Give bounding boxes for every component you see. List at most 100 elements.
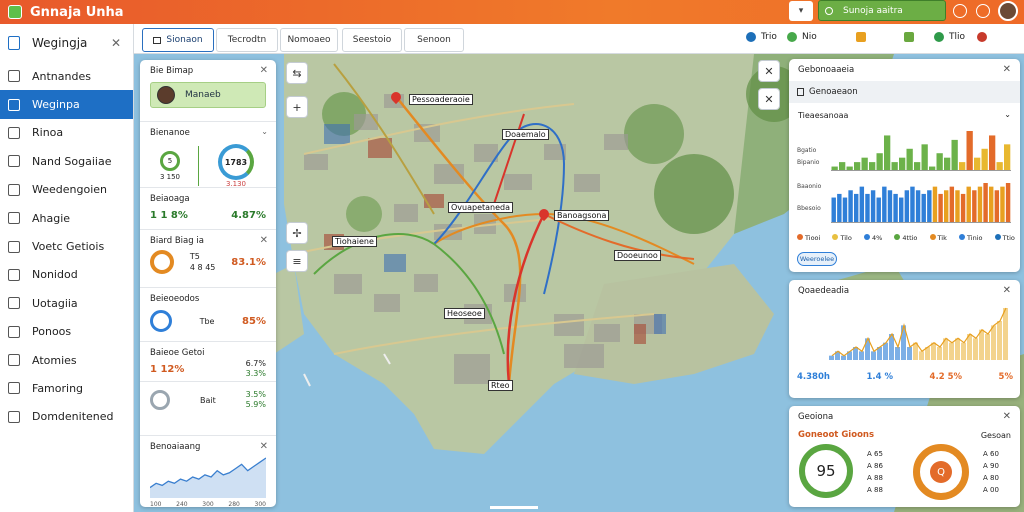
sidebar-item-nonidod[interactable]: Nonidod xyxy=(0,261,133,289)
legend-item: Tik xyxy=(929,234,947,242)
chart-bar xyxy=(1000,186,1005,223)
sidebar-item-weginpa[interactable]: Weginpa xyxy=(0,90,133,119)
chart-bar xyxy=(884,135,891,171)
legend-label: Ttio xyxy=(1002,234,1015,242)
sidebar-title: Wegingja xyxy=(32,36,88,50)
close-icon[interactable]: ✕ xyxy=(1003,411,1011,422)
legend-item: Tilo xyxy=(832,234,852,242)
legend-item: Ttio xyxy=(994,234,1015,242)
chart-bar xyxy=(944,157,951,171)
legend-swatch xyxy=(832,234,839,240)
map-label[interactable]: Dooeunoo xyxy=(614,250,661,261)
table-icon xyxy=(8,297,20,310)
sidebar-item-nand-sogaiiae[interactable]: Nand Sogaiiae xyxy=(0,147,133,175)
chart-bar xyxy=(870,190,876,223)
panel-section-blue: Beieoeodos Tbe 85% xyxy=(140,288,276,342)
sidebar-item-weedengoien[interactable]: Weedengoien xyxy=(0,176,133,204)
tab-nomoaeo[interactable]: Nomoaeo xyxy=(280,28,338,52)
close-icon[interactable]: ✕ xyxy=(758,60,780,82)
tab-senoon[interactable]: Senoon xyxy=(404,28,464,52)
clock-icon xyxy=(8,382,20,395)
sidebar-item-atomies[interactable]: Atomies xyxy=(0,346,133,374)
close-icon[interactable]: ✕ xyxy=(260,65,268,76)
sidebar-item-domdenitened[interactable]: Domdenitened xyxy=(0,403,133,431)
map-label[interactable]: Pessoaderaoie xyxy=(409,94,473,105)
map-label[interactable]: Ovuapetaneda xyxy=(448,202,514,213)
bar-chart-bottom xyxy=(831,183,1011,223)
sidebar-item-uotagiia[interactable]: Uotagiia xyxy=(0,289,133,317)
notification-icon[interactable] xyxy=(976,4,990,18)
card-subheader: Genoaeaon xyxy=(789,81,1020,103)
chart-icon xyxy=(8,212,20,225)
metric-label: Bait xyxy=(199,395,216,405)
sidebar-item-antnandes[interactable]: Antnandes xyxy=(0,62,133,90)
close-icon[interactable]: ✕ xyxy=(260,235,268,246)
chart-bar xyxy=(865,193,870,223)
grid-icon xyxy=(8,126,20,139)
layers-icon[interactable]: ≡ xyxy=(286,250,308,272)
sidebar-item-famoring[interactable]: Famoring xyxy=(0,374,133,402)
swap-icon[interactable]: ⇆ xyxy=(286,62,308,84)
map-label[interactable]: Heoseoe xyxy=(444,308,485,319)
book-icon xyxy=(8,36,20,50)
alert-icon xyxy=(856,32,866,42)
legend-label: Tik xyxy=(937,234,947,242)
sidebar-item-rinoa[interactable]: Rinoa xyxy=(0,119,133,147)
sidebar-item-label: Atomies xyxy=(32,353,77,367)
map-label[interactable]: Rteo xyxy=(488,380,513,391)
chevron-down-icon[interactable]: ⌄ xyxy=(261,127,268,136)
sidebar-item-ahagie[interactable]: Ahagie xyxy=(0,204,133,232)
tab-sionaon[interactable]: Sionaon xyxy=(142,28,214,52)
zoom-in-icon[interactable]: + xyxy=(286,96,308,118)
header-search-box[interactable]: Sunoja aaitra xyxy=(818,0,946,21)
chart-bar xyxy=(914,162,921,171)
sidebar-item-label: Rinoa xyxy=(32,126,64,140)
close-icon[interactable]: ✕ xyxy=(1003,285,1011,296)
list-value: A 90 xyxy=(983,462,999,470)
chart-bar xyxy=(915,190,921,223)
chart-bar xyxy=(854,162,861,171)
view-button[interactable]: Weeroelee xyxy=(797,252,837,266)
tab-tecrodtn[interactable]: Tecrodtn xyxy=(216,28,278,52)
metric-value: 1 1 8% xyxy=(150,210,188,221)
map-label[interactable]: Doaemalo xyxy=(502,129,549,140)
chart-bar xyxy=(876,197,881,223)
chart-bar xyxy=(1005,183,1011,223)
chart-bar xyxy=(996,162,1003,171)
gauge-card: Geoiona ✕ Goneoot Gioons Gesoan 95 A 65 A… xyxy=(789,406,1020,507)
user-name: Manaeb xyxy=(185,90,221,100)
avatar xyxy=(157,86,175,104)
chart-bar xyxy=(904,190,910,223)
chart-bar xyxy=(961,342,966,360)
close-icon[interactable]: ✕ xyxy=(1003,64,1011,75)
close-icon[interactable]: ✕ xyxy=(111,36,121,50)
chart-bar xyxy=(859,186,865,223)
sidebar: Wegingja ✕ Antnandes Weginpa Rinoa Nand Sog… xyxy=(0,24,134,512)
chart-bar xyxy=(981,148,988,171)
axis-tick-label: 300 xyxy=(254,501,266,507)
chevron-down-icon[interactable]: ⌄ xyxy=(1004,110,1011,119)
chart-bar xyxy=(966,186,971,223)
map-label[interactable]: Tiohaiene xyxy=(332,236,377,247)
axis-tick-label: 280 xyxy=(228,501,240,507)
measure-icon[interactable]: ✢ xyxy=(286,222,308,244)
collapse-icon[interactable]: ✕ xyxy=(758,88,780,110)
map-label[interactable]: Banoagsona xyxy=(554,210,610,221)
sidebar-item-voetc-getiois[interactable]: Voetc Getiois xyxy=(0,232,133,260)
value-list: A 60 A 90 A 80 A 00 xyxy=(983,448,999,496)
trend-line-chart xyxy=(149,457,267,498)
status-item xyxy=(856,32,871,42)
chart-bar xyxy=(955,190,960,223)
user-avatar[interactable] xyxy=(998,1,1018,21)
refresh-icon[interactable] xyxy=(953,4,967,18)
legend-swatch xyxy=(929,234,936,240)
user-card[interactable]: Manaeb xyxy=(150,82,266,108)
sidebar-item-label: Weedengoien xyxy=(32,183,107,197)
tab-seestoio[interactable]: Seestoio xyxy=(342,28,402,52)
close-icon[interactable]: ✕ xyxy=(260,441,268,452)
panel-section-grey: Bait 3.5% 5.9% xyxy=(140,390,276,436)
status-item xyxy=(904,32,919,42)
chart-bar xyxy=(985,334,990,360)
sidebar-item-ponoos[interactable]: Ponoos xyxy=(0,318,133,346)
header-dropdown-button[interactable]: ▾ xyxy=(789,1,813,21)
